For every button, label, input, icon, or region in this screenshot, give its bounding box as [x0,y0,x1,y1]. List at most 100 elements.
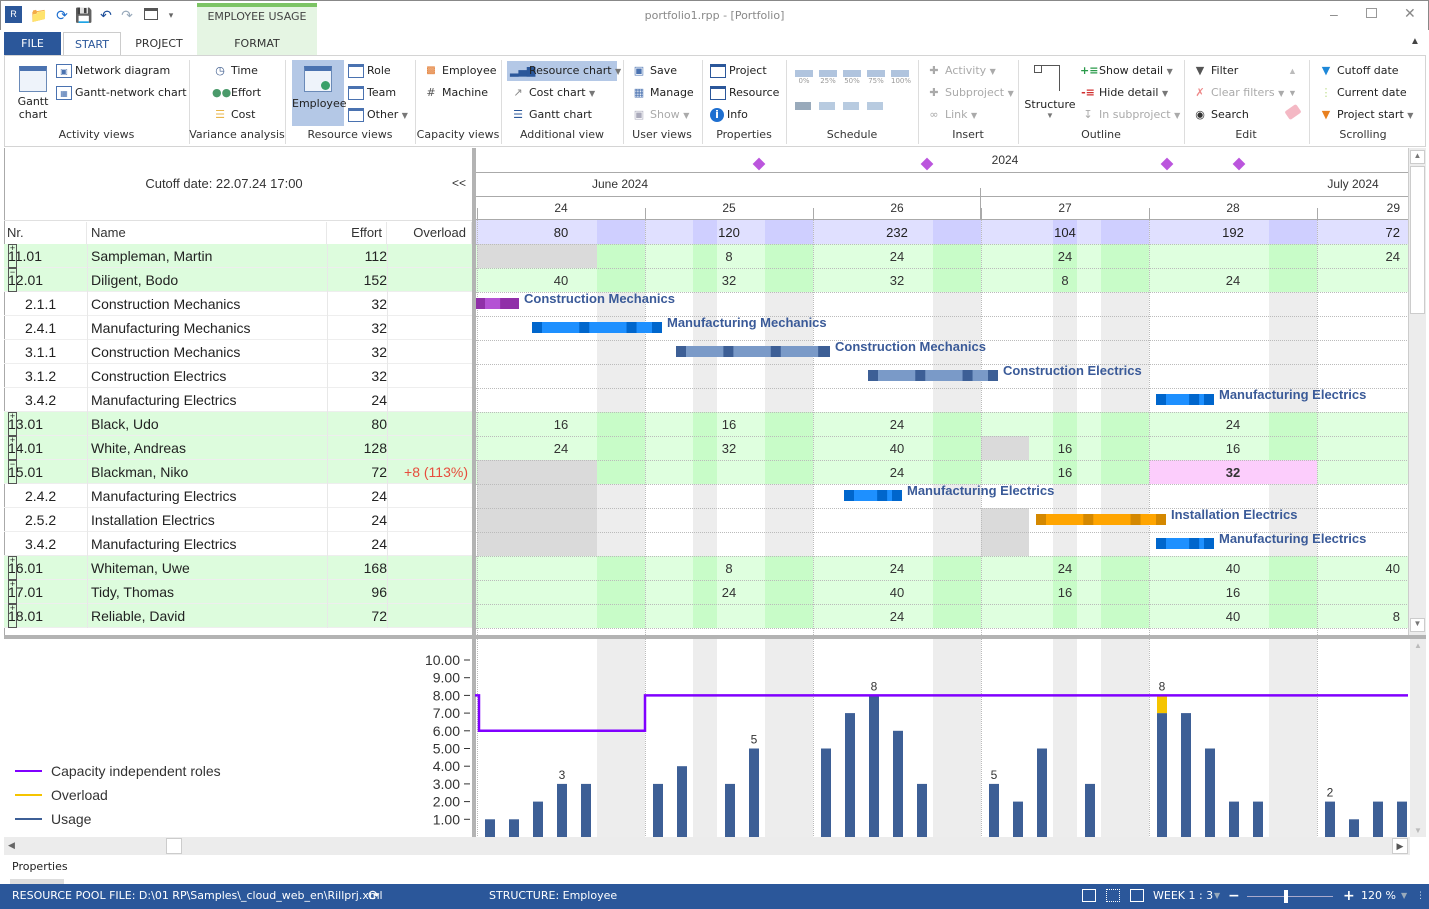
task-row[interactable]: 3.1.2 Construction Electrics 32 [4,364,472,388]
task-row[interactable]: 2.4.2 Manufacturing Electrics 24 [4,484,472,508]
undo-icon[interactable]: ↶ [97,6,115,24]
time-scale-dropdown[interactable]: WEEK 1 : 3 [1153,884,1213,908]
redo-icon[interactable]: ↷ [118,6,136,24]
collapse-ribbon-icon[interactable]: ▲ [1410,36,1420,47]
task-row[interactable]: 3.4.2 Manufacturing Electrics 24 [4,532,472,556]
expand-icon[interactable]: + [8,244,17,268]
scroll-down-icon[interactable]: ▼ [1288,88,1297,98]
horizontal-scrollbar[interactable]: ◀ ▶ [4,837,1410,855]
column-header-overload[interactable]: Overload [387,222,472,244]
task-row[interactable]: 2.1.1 Construction Mechanics 32 [4,292,472,316]
zoom-slider-track[interactable] [1247,896,1333,897]
refresh-icon[interactable]: ⟳ [53,6,71,24]
progress-1-button[interactable]: 25% [819,70,837,85]
gantt-chart-view-button[interactable]: ☰ Gantt chart [510,106,592,124]
gantt-network-chart-button[interactable]: ▦ Gantt-network chart [56,84,187,102]
zoom-slider-thumb[interactable] [1283,890,1288,903]
gantt-chart-button[interactable]: Gantt chart [10,62,56,126]
clear-filters-dropdown[interactable]: ✗ Clear filters ▼ [1192,84,1284,102]
task-bar-fill[interactable] [1036,514,1166,525]
project-start-dropdown[interactable]: ▼ Project start ▼ [1318,106,1414,124]
variance-effort-button[interactable]: ●●Effort [212,84,261,102]
tab-start[interactable]: START [63,32,121,56]
resource-row[interactable]: +11.01 Sampleman, Martin 112 [4,244,472,268]
search-button[interactable]: ◉ Search [1192,106,1249,124]
other-view-dropdown[interactable]: Other ▼ [348,106,408,124]
collapse-icon[interactable]: − [8,268,17,292]
scroll-up-button[interactable]: ▲ [1410,641,1426,650]
zoom-in-button[interactable]: + [1343,884,1355,908]
expand-icon[interactable]: + [8,580,17,604]
cutoff-date-button[interactable]: ▼ Cutoff date [1318,62,1399,80]
in-subproject-dropdown[interactable]: ↧ In subproject ▼ [1080,106,1180,124]
structure-dropdown[interactable]: Structure ▼ [1024,62,1076,126]
column-header-name[interactable]: Name [87,222,327,244]
resource-row[interactable]: −15.01 Blackman, Niko 72 +8 (113%) [4,460,472,484]
tab-project[interactable]: PROJECT [126,32,192,55]
scroll-up-icon[interactable]: ▲ [1288,66,1297,76]
task-row[interactable]: 2.4.1 Manufacturing Mechanics 32 [4,316,472,340]
hide-detail-dropdown[interactable]: -≡ Hide detail ▼ [1080,84,1168,102]
scrollbar-thumb[interactable] [1410,166,1425,314]
chart-vertical-scrollbar[interactable]: ▲ ▼ [1410,639,1426,837]
team-view-button[interactable]: Team [348,84,396,102]
filter-button[interactable]: ▼ Filter [1192,62,1238,80]
current-date-button[interactable]: ⋮ Current date [1318,84,1407,102]
variance-cost-button[interactable]: ☰ Cost [212,106,255,124]
scroll-left-button[interactable]: ◀ [8,840,15,851]
task-bar-fill[interactable] [532,322,662,333]
reschedule-icon[interactable] [795,102,811,110]
progress-0-button[interactable]: 0% [795,70,813,85]
scroll-down-button[interactable]: ▼ [1410,826,1426,835]
show-view-dropdown[interactable]: ▣ Show ▼ [631,106,690,124]
insert-activity-dropdown[interactable]: ✚ Activity ▼ [926,62,995,80]
horizontal-scrollbar-thumb[interactable] [166,838,182,854]
save-view-button[interactable]: ▣ Save [631,62,677,80]
resource-row[interactable]: +14.01 White, Andreas 128 [4,436,472,460]
join-icon[interactable] [843,102,859,110]
show-detail-dropdown[interactable]: +≡Show detail ▼ [1080,62,1173,80]
customize-dropdown-icon[interactable]: ▾ [162,6,180,24]
insert-link-dropdown[interactable]: ∞ Link ▼ [926,106,977,124]
collapse-table-button[interactable]: << [446,176,472,190]
resource-row[interactable]: +16.01 Whiteman, Uwe 168 [4,556,472,580]
vertical-scrollbar[interactable]: ▲ ▼ [1408,148,1426,635]
tab-file[interactable]: FILE [4,32,61,55]
tab-format[interactable]: FORMAT [197,32,317,55]
task-row[interactable]: 3.4.2 Manufacturing Electrics 24 [4,388,472,412]
resource-properties-button[interactable]: Resource [710,84,779,102]
task-bar-fill[interactable] [676,346,830,357]
app-logo-icon[interactable]: R [5,6,22,23]
manage-views-button[interactable]: ▦ Manage [631,84,694,102]
progress-2-button[interactable]: 50% [843,70,861,85]
variance-time-button[interactable]: ◷ Time [212,62,258,80]
project-properties-button[interactable]: Project [710,62,767,80]
task-bar-fill[interactable] [868,370,998,381]
resource-row[interactable]: +13.01 Black, Udo 80 [4,412,472,436]
expand-icon[interactable]: + [8,436,17,460]
network-layout-icon[interactable] [1106,889,1120,902]
resource-row[interactable]: +18.01 Reliable, David 72 [4,604,472,628]
capacity-employee-button[interactable]: ▩ Employee [423,62,496,80]
open-folder-icon[interactable]: 📁 [30,6,48,24]
capacity-machine-button[interactable]: # Machine [423,84,488,102]
expand-icon[interactable]: + [8,604,17,628]
scroll-down-button[interactable]: ▼ [1410,618,1425,632]
progress-3-button[interactable]: 75% [867,70,885,85]
task-row[interactable]: 3.1.1 Construction Mechanics 32 [4,340,472,364]
scroll-right-button[interactable]: ▶ [1392,838,1408,854]
split-options-icon[interactable] [867,102,883,110]
cost-chart-dropdown[interactable]: ↗ Cost chart ▼ [510,84,595,102]
role-view-button[interactable]: Role [348,62,391,80]
split-icon[interactable] [819,102,835,110]
sync-icon[interactable]: ⟳ [368,884,380,908]
zoom-level[interactable]: 120 % [1361,884,1396,908]
network-diagram-button[interactable]: ▣ Network diagram [56,62,170,80]
chart-layout-icon[interactable] [1130,889,1144,902]
resize-grip-icon[interactable]: ⋮ [1416,884,1425,908]
collapse-icon[interactable]: − [8,460,17,484]
column-header-effort[interactable]: Effort [327,222,387,244]
employee-view-button[interactable]: Employee [292,60,346,126]
resource-chart-dropdown[interactable]: ▂▄▆Resource chart ▼ [507,61,621,81]
properties-tab[interactable]: Properties [12,860,68,873]
